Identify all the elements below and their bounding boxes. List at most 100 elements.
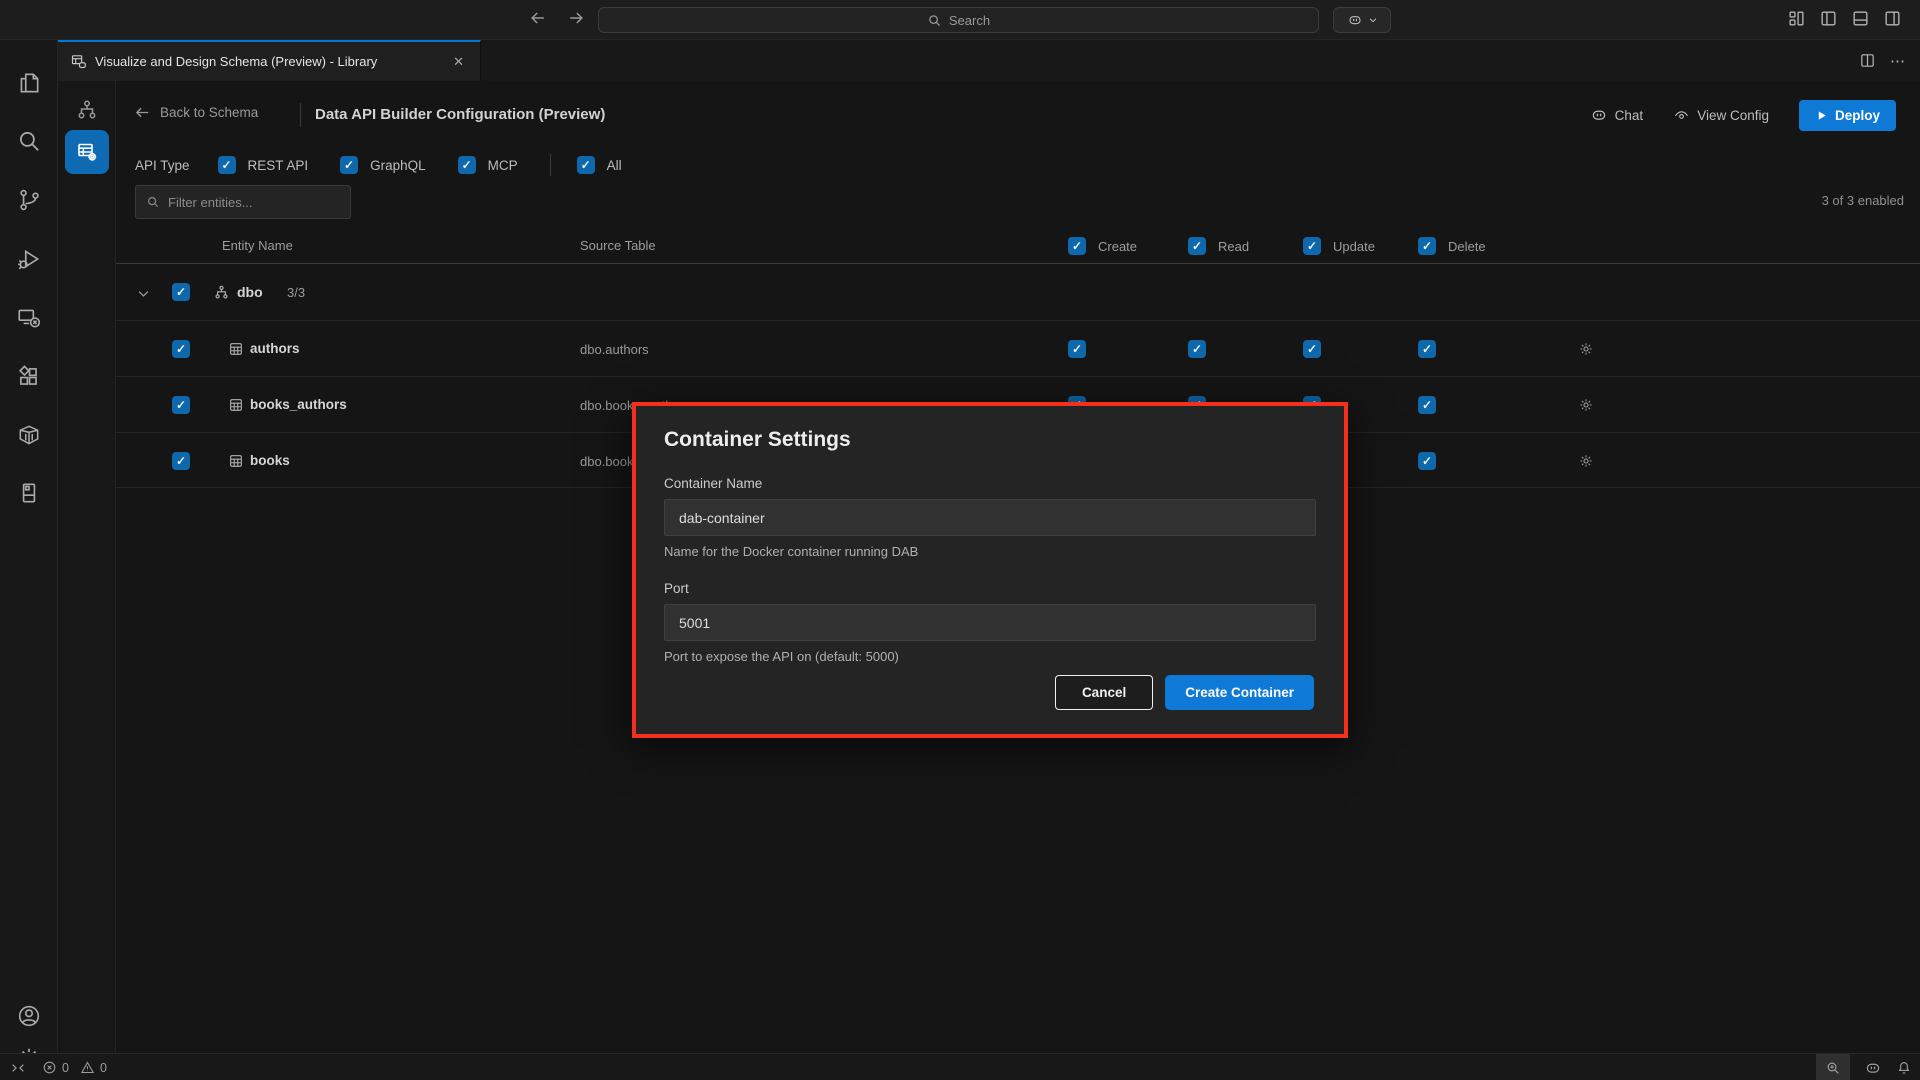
- more-actions-icon[interactable]: ⋯: [1890, 52, 1906, 70]
- dbo-group-checkbox[interactable]: [172, 283, 190, 301]
- dab-config-view-button[interactable]: [65, 130, 109, 174]
- create-all-checkbox[interactable]: [1068, 237, 1086, 255]
- col-update: Update: [1333, 239, 1375, 254]
- row-settings-gear-icon[interactable]: [1578, 397, 1594, 413]
- toggle-primary-sidebar-icon[interactable]: [1819, 9, 1838, 28]
- split-editor-icon[interactable]: [1859, 52, 1876, 69]
- container-name-label: Container Name: [664, 476, 1316, 491]
- schema-designer-tab-icon: [70, 53, 87, 70]
- accounts-icon[interactable]: [5, 992, 53, 1040]
- play-icon: [1815, 109, 1828, 122]
- copilot-icon: [1347, 12, 1363, 28]
- col-source-table: Source Table: [580, 238, 656, 253]
- all-checkbox[interactable]: [577, 156, 595, 174]
- search-view-icon[interactable]: [5, 117, 53, 165]
- history-forward-icon[interactable]: [566, 8, 586, 28]
- create-checkbox[interactable]: [1068, 340, 1086, 358]
- tab-visualize-schema[interactable]: Visualize and Design Schema (Preview) - …: [58, 40, 481, 81]
- graphql-checkbox[interactable]: [340, 156, 358, 174]
- mcp-label: MCP: [488, 158, 518, 173]
- command-center-search[interactable]: Search: [598, 7, 1319, 33]
- container-name-input[interactable]: [664, 499, 1316, 536]
- copilot-menu-button[interactable]: [1333, 7, 1391, 33]
- back-to-schema-link[interactable]: Back to Schema: [134, 104, 258, 121]
- filter-separator: [550, 154, 551, 176]
- history-back-icon[interactable]: [528, 8, 548, 28]
- notifications-bell-icon[interactable]: [1896, 1060, 1912, 1076]
- source-control-icon[interactable]: [5, 176, 53, 224]
- toggle-panel-icon[interactable]: [1851, 9, 1870, 28]
- collapse-chevron-icon[interactable]: [136, 286, 151, 301]
- schema-view-icon[interactable]: [75, 98, 99, 122]
- container-name-help: Name for the Docker container running DA…: [664, 544, 1316, 559]
- entity-table-header: Entity Name Source Table Create Read Upd…: [116, 231, 1920, 264]
- tab-title: Visualize and Design Schema (Preview) - …: [95, 54, 441, 69]
- remote-explorer-icon[interactable]: [5, 294, 53, 342]
- containers-icon[interactable]: [5, 411, 53, 459]
- search-placeholder: Search: [949, 13, 990, 28]
- customize-layout-icon[interactable]: [1787, 9, 1806, 28]
- cancel-button[interactable]: Cancel: [1055, 675, 1153, 710]
- col-read: Read: [1218, 239, 1249, 254]
- delete-checkbox[interactable]: [1418, 396, 1436, 414]
- api-type-filter-group: API Type REST API GraphQL MCP All: [135, 147, 654, 183]
- col-entity-name: Entity Name: [222, 238, 293, 253]
- filter-entities-input[interactable]: Filter entities...: [135, 185, 351, 219]
- copilot-status-icon[interactable]: [1864, 1059, 1882, 1077]
- read-checkbox[interactable]: [1188, 340, 1206, 358]
- table-icon: [228, 341, 244, 357]
- run-debug-icon[interactable]: [5, 235, 53, 283]
- explorer-icon[interactable]: [5, 59, 53, 107]
- update-checkbox[interactable]: [1303, 340, 1321, 358]
- delete-all-checkbox[interactable]: [1418, 237, 1436, 255]
- update-all-checkbox[interactable]: [1303, 237, 1321, 255]
- extensions-icon[interactable]: [5, 353, 53, 401]
- api-type-label: API Type: [135, 158, 190, 173]
- view-config-label: View Config: [1697, 108, 1769, 123]
- view-config-button[interactable]: View Config: [1673, 107, 1769, 124]
- mcp-checkbox[interactable]: [458, 156, 476, 174]
- warning-icon: [80, 1060, 95, 1075]
- chat-button[interactable]: Chat: [1590, 106, 1644, 124]
- create-container-button[interactable]: Create Container: [1165, 675, 1314, 710]
- port-label: Port: [664, 581, 1316, 596]
- all-label: All: [607, 158, 622, 173]
- entity-name: books: [250, 453, 290, 468]
- search-icon: [927, 13, 942, 28]
- table-icon: [228, 397, 244, 413]
- problems-indicator[interactable]: 0 0: [42, 1060, 107, 1075]
- entity-row-authors[interactable]: authors dbo.authors: [116, 320, 1920, 376]
- zoom-status-icon[interactable]: [1816, 1054, 1850, 1080]
- deploy-button[interactable]: Deploy: [1799, 100, 1896, 131]
- read-all-checkbox[interactable]: [1188, 237, 1206, 255]
- deploy-label: Deploy: [1835, 108, 1880, 123]
- port-help: Port to expose the API on (default: 5000…: [664, 649, 1316, 664]
- chat-label: Chat: [1615, 108, 1644, 123]
- row-settings-gear-icon[interactable]: [1578, 453, 1594, 469]
- row-checkbox[interactable]: [172, 340, 190, 358]
- port-input[interactable]: [664, 604, 1316, 641]
- entity-name: authors: [250, 341, 300, 356]
- copilot-chat-icon: [1590, 106, 1608, 124]
- schema-group-icon: [213, 284, 230, 301]
- page-title: Data API Builder Configuration (Preview): [315, 106, 605, 123]
- eye-icon: [1673, 107, 1690, 124]
- row-settings-gear-icon[interactable]: [1578, 341, 1594, 357]
- delete-checkbox[interactable]: [1418, 340, 1436, 358]
- tab-close-icon[interactable]: ✕: [449, 53, 468, 71]
- vscode-window: Search Visualize and Design Schema (Prev…: [0, 0, 1920, 1080]
- table-icon: [228, 453, 244, 469]
- database-projects-icon[interactable]: [5, 469, 53, 517]
- delete-checkbox[interactable]: [1418, 452, 1436, 470]
- toggle-secondary-sidebar-icon[interactable]: [1883, 9, 1902, 28]
- status-bar: 0 0: [0, 1053, 1920, 1080]
- row-checkbox[interactable]: [172, 396, 190, 414]
- entity-source: dbo.authors: [580, 342, 649, 357]
- entity-name: books_authors: [250, 397, 347, 412]
- remote-indicator-icon[interactable]: [10, 1060, 26, 1076]
- activity-bar: [0, 40, 58, 1053]
- row-checkbox[interactable]: [172, 452, 190, 470]
- filter-placeholder: Filter entities...: [168, 195, 253, 210]
- editor-tab-bar: Visualize and Design Schema (Preview) - …: [58, 40, 1920, 81]
- rest-api-checkbox[interactable]: [218, 156, 236, 174]
